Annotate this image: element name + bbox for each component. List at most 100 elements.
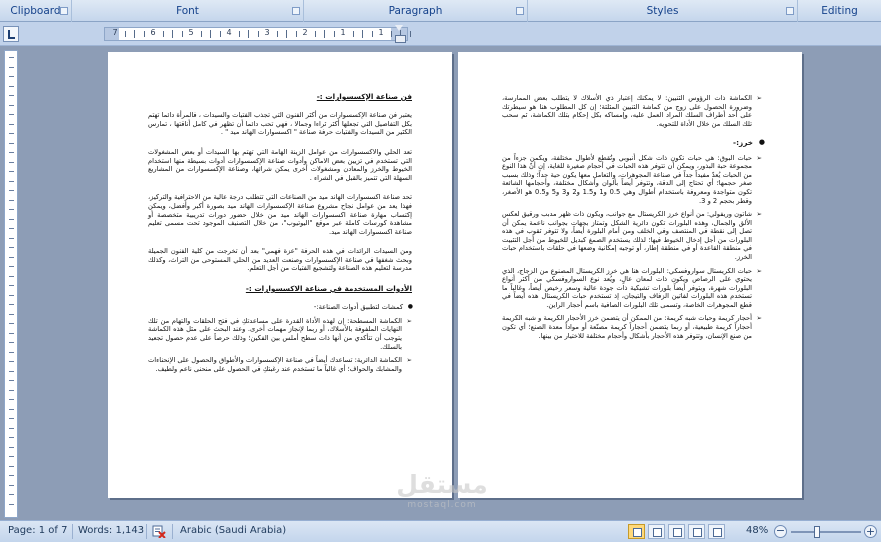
ruler-tick bbox=[9, 484, 14, 486]
ribbon-group-font[interactable]: Font bbox=[72, 0, 304, 22]
list-item: شاتون وريفولي: من أنواع خرز الكريستال مع… bbox=[502, 210, 762, 261]
ruler-tick bbox=[390, 31, 392, 37]
vertical-ruler[interactable] bbox=[4, 50, 18, 518]
ruler-tick bbox=[9, 285, 14, 286]
tab-stop-selector-icon[interactable] bbox=[3, 26, 19, 42]
ruler-tick bbox=[9, 275, 14, 277]
styles-label: Styles bbox=[646, 5, 679, 17]
watermark-text: مستقل bbox=[396, 470, 488, 499]
ruler-tick bbox=[9, 161, 14, 163]
dialog-launcher-icon[interactable] bbox=[516, 7, 524, 15]
ruler-tick bbox=[9, 380, 14, 381]
print-layout-view-button[interactable] bbox=[628, 524, 645, 539]
ruler-tick bbox=[9, 199, 14, 201]
ruler-number: 4 bbox=[226, 28, 232, 37]
language-indicator[interactable]: Arabic (Saudi Arabia) bbox=[180, 525, 286, 536]
view-buttons bbox=[628, 524, 725, 539]
ruler-tick bbox=[162, 31, 164, 37]
ruler-tick bbox=[124, 31, 126, 37]
list-item: الكماشة ذات الرؤوس الثنيين: لا يمكنك إعت… bbox=[502, 94, 762, 128]
ribbon-group-clipboard[interactable]: Clipboard bbox=[0, 0, 72, 22]
ruler-tick bbox=[9, 361, 14, 362]
ruler-tick bbox=[9, 57, 14, 58]
ruler-tick bbox=[238, 31, 240, 37]
ruler-number: 5 bbox=[188, 28, 194, 37]
ruler-tick bbox=[9, 351, 14, 353]
word-count[interactable]: Words: 1,143 bbox=[78, 525, 144, 536]
ruler-tick bbox=[257, 31, 259, 37]
ruler-tick bbox=[9, 247, 14, 248]
ruler-tick bbox=[9, 456, 14, 457]
ruler-tick bbox=[9, 494, 14, 495]
ruler-number: 2 bbox=[302, 28, 308, 37]
ruler-tick bbox=[314, 31, 316, 37]
ribbon-group-bar: Clipboard Font Paragraph Styles Editing bbox=[0, 0, 881, 22]
zoom-out-button[interactable]: − bbox=[774, 525, 787, 538]
divider bbox=[172, 524, 173, 539]
indent-marker-icon[interactable] bbox=[395, 25, 406, 43]
ribbon-group-editing[interactable]: Editing bbox=[798, 0, 881, 22]
ruler-number: 1 bbox=[340, 28, 346, 37]
list-item: حبات البوق: هي حبات تكون ذات شكل أنبوبي … bbox=[502, 154, 762, 205]
paragraph: تعد الحلي والاكسسوارات من عوامل الزينة ا… bbox=[148, 148, 412, 182]
status-bar: Page: 1 of 7 Words: 1,143 Arabic (Saudi … bbox=[0, 520, 881, 542]
full-screen-reading-view-button[interactable] bbox=[648, 524, 665, 539]
ruler-tick bbox=[9, 114, 14, 115]
dialog-launcher-icon[interactable] bbox=[786, 7, 794, 15]
ruler-tick bbox=[9, 66, 14, 68]
ruler-tick bbox=[9, 304, 14, 305]
ruler-tick bbox=[9, 152, 14, 153]
list-item: الكماشة الدائرية: تساعدك أيضاً في صناعة … bbox=[148, 356, 412, 373]
ruler-tick bbox=[9, 389, 14, 391]
divider bbox=[146, 524, 147, 539]
zoom-slider-track[interactable] bbox=[791, 531, 861, 533]
ruler-tick bbox=[9, 342, 14, 343]
ruler-area: 7 6 5 4 3 2 1 1 bbox=[0, 22, 881, 46]
paragraph: يعتبر فن صناعة الإكسسوارات من أكثر الفنو… bbox=[148, 111, 412, 137]
list-heading: خرز:- bbox=[502, 138, 765, 147]
divider bbox=[72, 524, 73, 539]
proofing-error-icon[interactable] bbox=[152, 524, 166, 538]
ruler-tick bbox=[248, 30, 249, 38]
ribbon-group-styles[interactable]: Styles bbox=[528, 0, 798, 22]
dialog-launcher-icon[interactable] bbox=[292, 7, 300, 15]
font-label: Font bbox=[176, 5, 199, 17]
paragraph-label: Paragraph bbox=[388, 5, 443, 17]
document-page-left[interactable]: فن صناعة الإكسسوارات :- يعتبر فن صناعة ا… bbox=[108, 52, 452, 498]
web-layout-view-button[interactable] bbox=[668, 524, 685, 539]
ruler-tick bbox=[200, 31, 202, 37]
outline-view-button[interactable] bbox=[688, 524, 705, 539]
bullet-list: كمشات لتطبيق أدوات الصناعة:- bbox=[148, 303, 413, 312]
document-page-right[interactable]: الكماشة ذات الرؤوس الثنيين: لا يمكنك إعت… bbox=[458, 52, 802, 498]
watermark-url: mostaql.com bbox=[407, 500, 477, 510]
ruler-tick bbox=[9, 85, 14, 87]
ruler-tick bbox=[9, 171, 14, 172]
section-heading: فن صناعة الإكسسوارات :- bbox=[316, 92, 412, 101]
dialog-launcher-icon[interactable] bbox=[60, 7, 68, 15]
ruler-tick bbox=[9, 446, 14, 448]
ruler-tick bbox=[9, 218, 14, 220]
list-item: أحجار كريمة وحبات شبه كريمة: من الممكن أ… bbox=[502, 314, 762, 340]
ruler-tick bbox=[9, 266, 14, 267]
ruler-tick bbox=[9, 76, 14, 77]
page-count[interactable]: Page: 1 of 7 bbox=[8, 525, 67, 536]
ruler-tick bbox=[9, 408, 14, 410]
draft-view-button[interactable] bbox=[708, 524, 725, 539]
zoom-level[interactable]: 48% bbox=[746, 525, 768, 536]
ruler-tick bbox=[409, 31, 411, 37]
ruler-tick bbox=[9, 427, 14, 429]
ruler-tick bbox=[9, 209, 14, 210]
ruler-tick bbox=[134, 30, 135, 38]
zoom-in-button[interactable]: + bbox=[864, 525, 877, 538]
ruler-tick bbox=[9, 475, 14, 476]
ribbon-group-paragraph[interactable]: Paragraph bbox=[304, 0, 528, 22]
ruler-tick bbox=[295, 31, 297, 37]
ruler-number: 3 bbox=[264, 28, 270, 37]
clipboard-label: Clipboard bbox=[10, 5, 61, 17]
ruler-tick bbox=[9, 237, 14, 239]
ruler-tick bbox=[362, 30, 363, 38]
ruler-tick bbox=[371, 31, 373, 37]
ruler-tick bbox=[9, 133, 14, 134]
zoom-slider-thumb[interactable] bbox=[814, 526, 820, 538]
horizontal-ruler[interactable]: 7 6 5 4 3 2 1 1 bbox=[104, 27, 411, 41]
